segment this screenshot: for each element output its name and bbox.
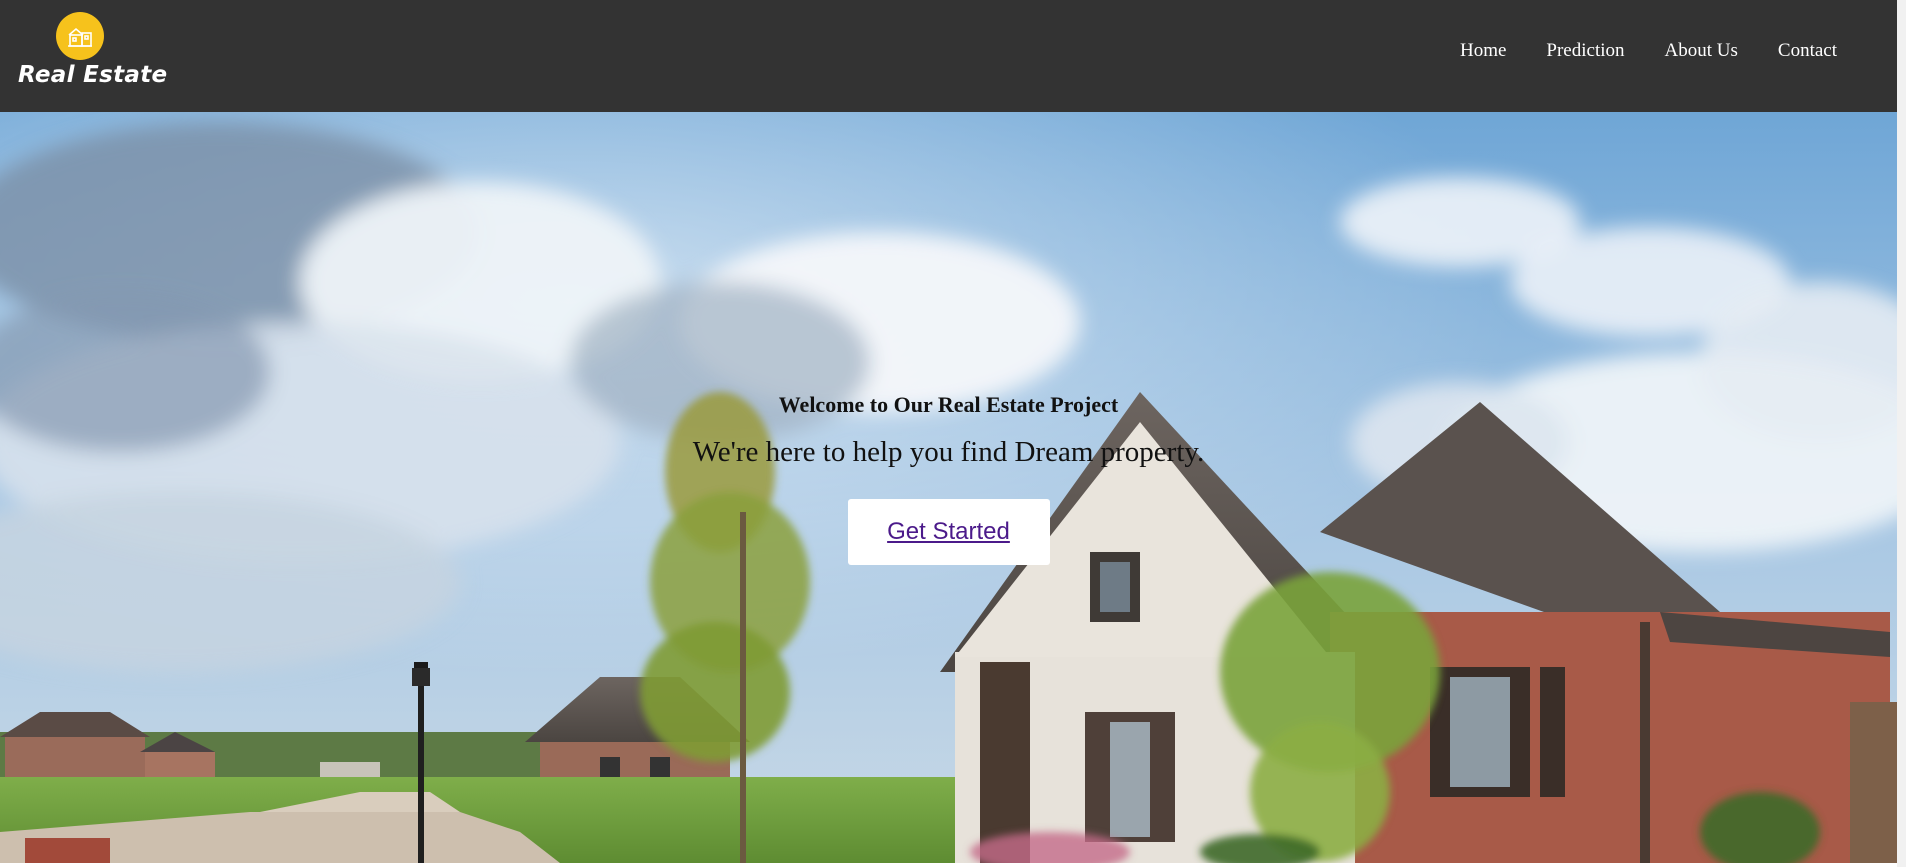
house-building-icon xyxy=(68,27,92,47)
get-started-button[interactable]: Get Started xyxy=(847,499,1050,565)
brand-name: Real Estate xyxy=(18,62,168,88)
nav-home[interactable]: Home xyxy=(1460,40,1506,62)
hero-title: Welcome to Our Real Estate Project xyxy=(778,392,1119,417)
page: Real Estate Home Prediction About Us Con… xyxy=(0,0,1906,867)
navbar: Real Estate Home Prediction About Us Con… xyxy=(0,0,1897,112)
nav-prediction[interactable]: Prediction xyxy=(1546,40,1624,62)
nav-contact[interactable]: Contact xyxy=(1778,40,1837,62)
page-bottom-edge xyxy=(0,863,1897,867)
hero-section: Welcome to Our Real Estate Project We're… xyxy=(0,112,1897,863)
vertical-scrollbar[interactable] xyxy=(1897,0,1906,867)
brand-logo[interactable]: Real Estate xyxy=(18,10,167,94)
main-nav: Home Prediction About Us Contact xyxy=(1460,40,1837,62)
logo-badge xyxy=(56,12,104,60)
hero-content: Welcome to Our Real Estate Project We're… xyxy=(0,392,1897,565)
hero-subtitle: We're here to help you find Dream proper… xyxy=(692,436,1205,468)
nav-about-us[interactable]: About Us xyxy=(1665,40,1738,62)
